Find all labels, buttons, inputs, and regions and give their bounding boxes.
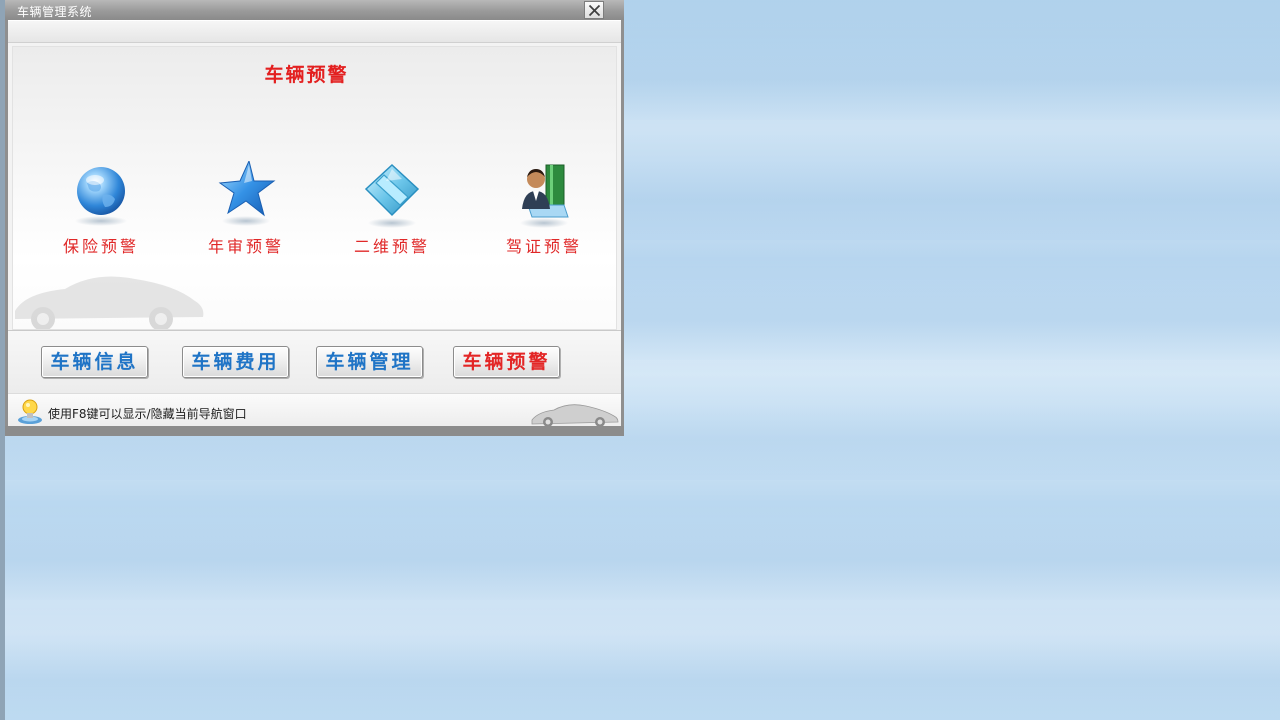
car-logo-icon — [531, 404, 619, 427]
window-client: 车辆预警 保险预警 年审预警 二维预警 驾证预警 车辆信息 车辆费用 车辆管理 … — [8, 20, 621, 427]
lightbulb-icon — [18, 399, 42, 424]
nav-item-license-warning[interactable]: 驾证预警 — [489, 161, 599, 271]
tile-icon — [364, 163, 420, 228]
window-bottom-border — [5, 426, 624, 436]
status-hint: 使用F8键可以显示/隐藏当前导航窗口 — [48, 407, 247, 421]
vehicle-management-button[interactable]: 车辆管理 — [316, 346, 423, 378]
nav-label-license-warning: 驾证预警 — [505, 237, 582, 256]
navigation-window: 车辆管理系统 车辆预警 保险预警 年审预警 二维预警 驾证预警 车辆信息 车辆费… — [5, 0, 624, 436]
top-strip — [8, 21, 621, 43]
user-book-icon — [520, 164, 569, 228]
nav-item-insurance-warning[interactable]: 保险预警 — [46, 161, 156, 271]
close-icon — [588, 4, 601, 17]
window-title: 车辆管理系统 — [17, 5, 93, 19]
vehicle-warning-button[interactable]: 车辆预警 — [453, 346, 560, 378]
status-bar: 使用F8键可以显示/隐藏当前导航窗口 — [8, 393, 621, 427]
function-button-row: 车辆信息 车辆费用 车辆管理 车辆预警 — [8, 331, 621, 393]
panel-title: 车辆预警 — [264, 64, 349, 86]
nav-label-2d-warning: 二维预警 — [353, 237, 430, 256]
vehicle-info-button[interactable]: 车辆信息 — [41, 346, 148, 378]
car-watermark-icon — [15, 276, 204, 329]
nav-label-inspection-warning: 年审预警 — [207, 237, 284, 256]
nav-item-2d-warning[interactable]: 二维预警 — [337, 161, 447, 271]
nav-label-insurance-warning: 保险预警 — [62, 237, 139, 256]
title-bar[interactable]: 车辆管理系统 — [5, 0, 624, 20]
star-icon — [218, 161, 276, 226]
globe-icon — [75, 167, 127, 226]
warning-panel: 车辆预警 保险预警 年审预警 二维预警 驾证预警 — [12, 46, 617, 330]
vehicle-cost-button[interactable]: 车辆费用 — [182, 346, 289, 378]
nav-item-inspection-warning[interactable]: 年审预警 — [191, 161, 301, 271]
close-button[interactable] — [584, 1, 604, 19]
